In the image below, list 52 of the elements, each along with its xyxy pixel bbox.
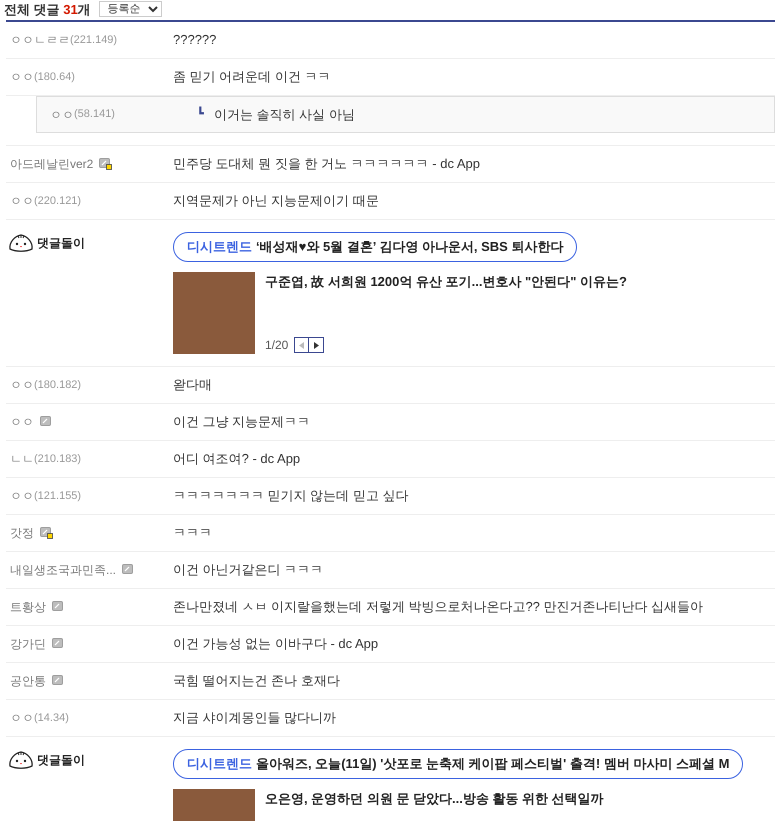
commenter-name[interactable]: 트황상 (10, 598, 46, 616)
commenter-name[interactable]: ㄴㄴ (10, 450, 34, 468)
sort-dropdown[interactable]: 등록순 (98, 1, 162, 17)
dumpling-face-icon (8, 232, 34, 254)
comment-text: 좀 믿기 어려운데 이건 ㅋㅋ (173, 68, 330, 86)
bot-name: 댓글돌이 (37, 235, 85, 252)
news-headline[interactable]: 오은영, 운영하던 의원 문 닫았다...방송 활동 위한 선택일까 (265, 789, 604, 808)
ip-address: (210.183) (34, 452, 82, 467)
ip-address: (180.182) (34, 378, 82, 393)
comment-text: 이건 가능성 없는 이바구다 - dc App (173, 635, 378, 654)
comment-text: 어디 여조여? - dc App (173, 450, 300, 468)
comment-count-label: 전체 댓글 31개 (4, 2, 91, 16)
commenter-name[interactable]: ㅇㅇ (10, 192, 34, 210)
trend-headline-link[interactable]: 디시트렌드 ‘배성재♥와 5월 결혼’ 김다영 아나운서, SBS 퇴사한다 (173, 232, 578, 262)
commenter-name[interactable]: 아드레날린ver2 (10, 155, 94, 173)
commenter-name[interactable]: ㅇㅇ (10, 376, 34, 394)
ip-address: (121.155) (34, 488, 82, 504)
comment-text: 지금 샤이계몽인들 많다니까 (173, 709, 336, 728)
comment-text: 존나만졌네 ㅅㅂ 이지랄을했는데 저렇게 박빙으로처나온다고?? 만진거존나티난다 십새들아 (173, 598, 704, 616)
comment-text: 민주당 도대체 뭔 짓을 한 거노 ㅋㅋㅋㅋㅋㅋ - dc App (173, 155, 480, 174)
ip-address: (221.149) (70, 32, 118, 48)
reply-marker: ┗ (197, 106, 204, 122)
trend-headline-link[interactable]: 디시트렌드 올아워즈, 오늘(11일) '삿포로 눈축제 케이팝 페스티벌' 출격! 멤버 마사미 스페셜 M (173, 749, 744, 779)
comment-text: 이건 그냥 지능문제ㅋㅋ (173, 413, 310, 432)
comment-text: ㅋㅋㅋ (173, 524, 212, 542)
ip-address: (180.64) (34, 70, 75, 85)
commenter-name[interactable]: 강가딘 (10, 635, 46, 653)
commenter-name[interactable]: ㅇㅇ (10, 487, 34, 505)
comment-text: ㅋㅋㅋㅋㅋㅋㅋ 믿기지 않는데 믿고 싶다 (173, 487, 408, 506)
news-headline[interactable]: 구준엽, 故 서희원 1200억 유산 포기...변호사 "안된다" 이유는? (265, 272, 627, 292)
commenter-name[interactable]: ㅇㅇ (10, 68, 34, 86)
comment-text: 지역문제가 아닌 지능문제이기 때문 (173, 192, 379, 210)
ip-address: (14.34) (34, 710, 69, 726)
page-counter: 1/20 (265, 337, 288, 354)
comment-text: 왇다매 (173, 376, 212, 394)
commenter-name[interactable]: ㅇㅇ (50, 106, 74, 124)
dumpling-face-icon (8, 749, 34, 771)
ip-address: (220.121) (34, 194, 82, 209)
commenter-name[interactable]: ㅇㅇ (10, 709, 34, 727)
commenter-name[interactable]: 갓정 (10, 524, 34, 542)
bot-name: 댓글돌이 (37, 752, 85, 769)
commenter-name[interactable]: ㅇㅇㄴㄹㄹ (10, 31, 70, 49)
comment-text: ?????? (173, 31, 216, 50)
left-triangle-icon (299, 342, 304, 348)
right-triangle-icon (314, 342, 319, 348)
commenter-name[interactable]: 공안통 (10, 672, 46, 690)
comment-text: 국힘 떨어지는건 존나 호재다 (173, 672, 340, 690)
commenter-name[interactable]: ㅇㅇ (10, 413, 34, 431)
ip-address: (58.141) (74, 107, 115, 122)
comment-text: 이건 아닌거같은디 ㅋㅋㅋ (173, 561, 324, 580)
commenter-name[interactable]: 내일생조국과민족... (10, 561, 116, 579)
comment-text: 이거는 솔직히 사실 아님 (214, 106, 355, 124)
